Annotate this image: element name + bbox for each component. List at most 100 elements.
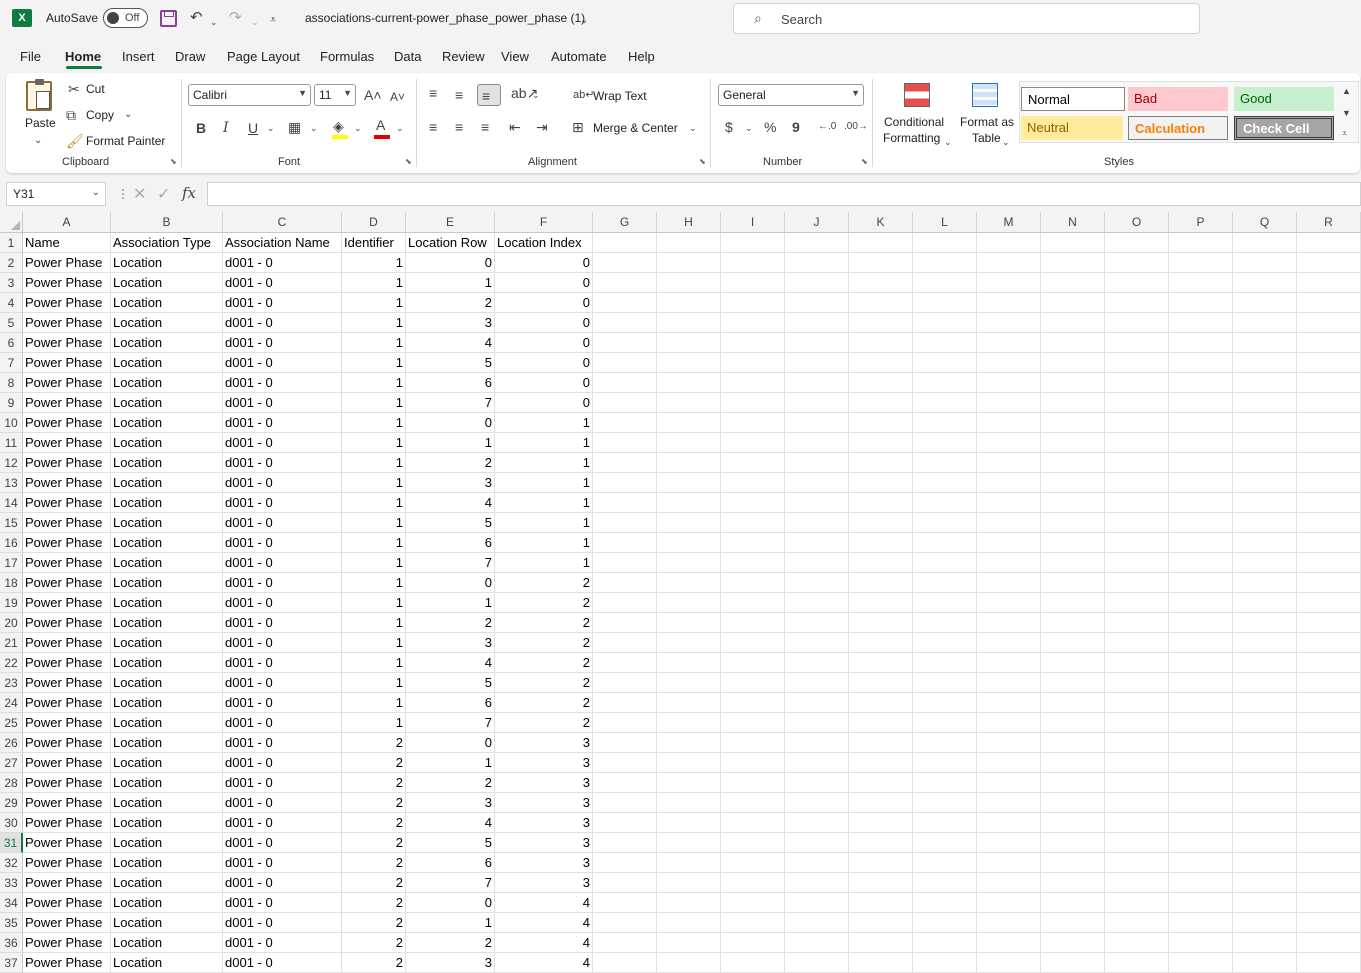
- cut-icon[interactable]: ✂: [68, 81, 80, 97]
- cell-p36[interactable]: [1169, 933, 1233, 953]
- cell-f14[interactable]: 1: [495, 493, 593, 513]
- cell-b8[interactable]: Location: [111, 373, 223, 393]
- cell-l12[interactable]: [913, 453, 977, 473]
- cell-k31[interactable]: [849, 833, 913, 853]
- style-neutral[interactable]: Neutral: [1021, 116, 1123, 140]
- cell-n14[interactable]: [1041, 493, 1105, 513]
- cell-e6[interactable]: 4: [406, 333, 495, 353]
- cell-j24[interactable]: [785, 693, 849, 713]
- cell-d20[interactable]: 1: [342, 613, 406, 633]
- cell-p30[interactable]: [1169, 813, 1233, 833]
- cell-r35[interactable]: [1297, 913, 1361, 933]
- cell-r30[interactable]: [1297, 813, 1361, 833]
- cell-f26[interactable]: 3: [495, 733, 593, 753]
- cell-k18[interactable]: [849, 573, 913, 593]
- cell-j15[interactable]: [785, 513, 849, 533]
- cell-n11[interactable]: [1041, 433, 1105, 453]
- column-header-a[interactable]: A: [23, 212, 111, 233]
- customize-toolbar-icon[interactable]: ⩡: [270, 10, 276, 30]
- cell-f13[interactable]: 1: [495, 473, 593, 493]
- cell-r12[interactable]: [1297, 453, 1361, 473]
- cell-a1[interactable]: Name: [23, 233, 111, 253]
- cell-e15[interactable]: 5: [406, 513, 495, 533]
- cell-m24[interactable]: [977, 693, 1041, 713]
- cell-j27[interactable]: [785, 753, 849, 773]
- italic-button[interactable]: I: [223, 120, 229, 136]
- row-header[interactable]: 17: [0, 553, 23, 573]
- cell-c4[interactable]: d001 - 0: [223, 293, 342, 313]
- formula-input[interactable]: [207, 182, 1361, 206]
- cell-o9[interactable]: [1105, 393, 1169, 413]
- row-header[interactable]: 21: [0, 633, 23, 653]
- cell-l36[interactable]: [913, 933, 977, 953]
- tab-data[interactable]: Data: [394, 49, 421, 64]
- cell-k19[interactable]: [849, 593, 913, 613]
- cell-p3[interactable]: [1169, 273, 1233, 293]
- cell-p11[interactable]: [1169, 433, 1233, 453]
- cell-d9[interactable]: 1: [342, 393, 406, 413]
- row-header[interactable]: 7: [0, 353, 23, 373]
- cell-n26[interactable]: [1041, 733, 1105, 753]
- cell-a22[interactable]: Power Phase: [23, 653, 111, 673]
- cell-n18[interactable]: [1041, 573, 1105, 593]
- cell-l7[interactable]: [913, 353, 977, 373]
- cell-i3[interactable]: [721, 273, 785, 293]
- cell-h27[interactable]: [657, 753, 721, 773]
- cell-m4[interactable]: [977, 293, 1041, 313]
- cell-c11[interactable]: d001 - 0: [223, 433, 342, 453]
- cell-j32[interactable]: [785, 853, 849, 873]
- cell-r33[interactable]: [1297, 873, 1361, 893]
- cell-k6[interactable]: [849, 333, 913, 353]
- cell-m27[interactable]: [977, 753, 1041, 773]
- cell-d35[interactable]: 2: [342, 913, 406, 933]
- enter-icon[interactable]: ✓: [157, 184, 170, 204]
- cell-n15[interactable]: [1041, 513, 1105, 533]
- cell-d21[interactable]: 1: [342, 633, 406, 653]
- fill-color-dropdown-icon[interactable]: ⌄: [354, 120, 362, 136]
- cell-n24[interactable]: [1041, 693, 1105, 713]
- cell-o23[interactable]: [1105, 673, 1169, 693]
- cell-j29[interactable]: [785, 793, 849, 813]
- cell-r26[interactable]: [1297, 733, 1361, 753]
- cell-f4[interactable]: 0: [495, 293, 593, 313]
- cell-i24[interactable]: [721, 693, 785, 713]
- cell-a26[interactable]: Power Phase: [23, 733, 111, 753]
- cell-h9[interactable]: [657, 393, 721, 413]
- cell-l13[interactable]: [913, 473, 977, 493]
- cell-c14[interactable]: d001 - 0: [223, 493, 342, 513]
- cell-f2[interactable]: 0: [495, 253, 593, 273]
- cell-r22[interactable]: [1297, 653, 1361, 673]
- cell-d8[interactable]: 1: [342, 373, 406, 393]
- cell-f20[interactable]: 2: [495, 613, 593, 633]
- cell-q24[interactable]: [1233, 693, 1297, 713]
- cell-r32[interactable]: [1297, 853, 1361, 873]
- cell-o7[interactable]: [1105, 353, 1169, 373]
- filename-dropdown-icon[interactable]: ⌄: [580, 11, 588, 31]
- cell-p27[interactable]: [1169, 753, 1233, 773]
- cell-q36[interactable]: [1233, 933, 1297, 953]
- cell-b32[interactable]: Location: [111, 853, 223, 873]
- cell-j35[interactable]: [785, 913, 849, 933]
- cell-m32[interactable]: [977, 853, 1041, 873]
- cell-q29[interactable]: [1233, 793, 1297, 813]
- cell-d7[interactable]: 1: [342, 353, 406, 373]
- cell-f36[interactable]: 4: [495, 933, 593, 953]
- cell-m1[interactable]: [977, 233, 1041, 253]
- cell-o36[interactable]: [1105, 933, 1169, 953]
- cell-d3[interactable]: 1: [342, 273, 406, 293]
- cell-e25[interactable]: 7: [406, 713, 495, 733]
- cell-l33[interactable]: [913, 873, 977, 893]
- cell-l6[interactable]: [913, 333, 977, 353]
- cell-m14[interactable]: [977, 493, 1041, 513]
- cell-j1[interactable]: [785, 233, 849, 253]
- cell-i27[interactable]: [721, 753, 785, 773]
- cell-g32[interactable]: [593, 853, 657, 873]
- row-header[interactable]: 2: [0, 253, 23, 273]
- align-center-icon[interactable]: ≡: [455, 119, 463, 135]
- cell-o25[interactable]: [1105, 713, 1169, 733]
- cell-f6[interactable]: 0: [495, 333, 593, 353]
- cell-c23[interactable]: d001 - 0: [223, 673, 342, 693]
- tab-formulas[interactable]: Formulas: [320, 49, 374, 64]
- cell-j4[interactable]: [785, 293, 849, 313]
- cell-q25[interactable]: [1233, 713, 1297, 733]
